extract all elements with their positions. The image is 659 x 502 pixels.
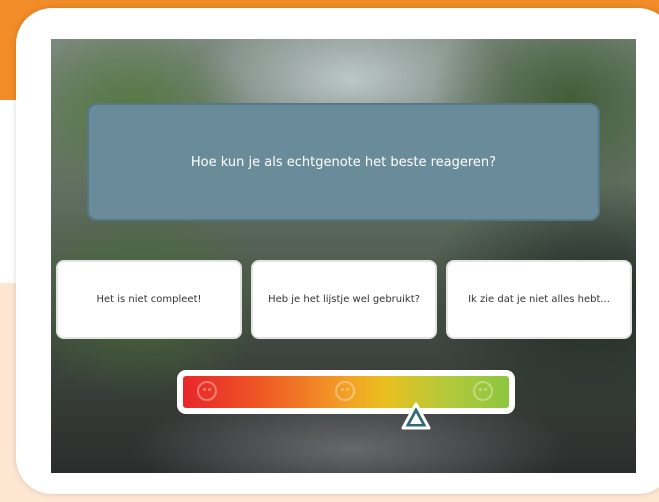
meter-pointer-icon — [401, 402, 431, 430]
answer-option-3[interactable]: Ik zie dat je niet alles hebt... — [446, 260, 632, 339]
question-text: Hoe kun je als echtgenote het beste reag… — [190, 154, 497, 170]
question-panel: Hoe kun je als echtgenote het beste reag… — [87, 103, 600, 221]
happy-face-icon — [473, 381, 493, 401]
answer-option-2[interactable]: Heb je het lijstje wel gebruikt? — [251, 260, 437, 339]
mood-meter — [177, 370, 515, 414]
mood-meter-gradient — [183, 376, 509, 408]
neutral-face-icon — [335, 381, 355, 401]
sad-face-icon — [197, 381, 217, 401]
answer-option-1[interactable]: Het is niet compleet! — [56, 260, 242, 339]
blurred-street-scene: Hoe kun je als echtgenote het beste reag… — [51, 39, 636, 473]
